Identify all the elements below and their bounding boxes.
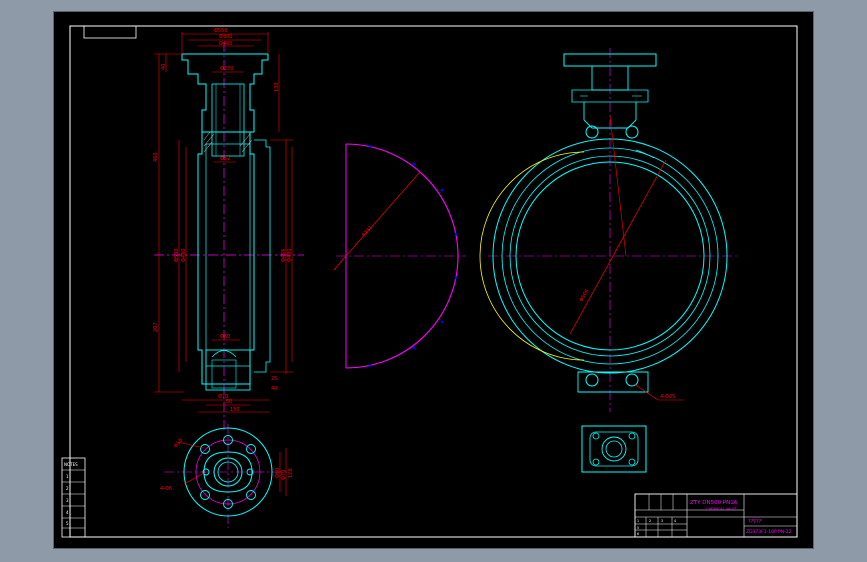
svg-text:2: 2 [649,519,651,523]
svg-text:Φ400: Φ400 [219,41,232,47]
side-hatch [203,131,253,153]
title-grid-text: 1 2 3 4 5 6 [637,519,676,536]
side-view[interactable]: Φ550 Φ300 Φ400 Φ270 Φ52 Φ60 Φ70 50 150 4… [153,28,304,432]
pad-outline [581,425,647,473]
svg-text:Φ530: Φ530 [174,249,180,262]
cad-application-canvas: NOTES 1 2 3 4 5 Φ550 Φ300 Φ400 Φ270 Φ52 … [0,0,867,562]
disc-view[interactable]: R251 [333,143,466,369]
svg-text:5: 5 [637,526,639,530]
front-ear-hole-br [625,373,639,387]
svg-text:3: 3 [66,498,69,503]
left-notes-block: NOTES 1 2 3 4 5 [61,457,86,538]
svg-text:Φ60: Φ60 [220,334,230,340]
side-body-outline [197,132,255,385]
pad-view[interactable] [581,425,647,473]
svg-text:Φ430: Φ430 [287,249,293,262]
svg-text:460: 460 [153,152,159,162]
svg-text:5: 5 [66,521,69,526]
svg-text:3: 3 [661,519,663,523]
svg-text:130: 130 [274,82,280,92]
svg-text:Φ480: Φ480 [181,249,187,262]
title-block[interactable]: ZTY DN500 PN16 CHEMICAL VALVE ????? ZD37… [634,493,798,538]
drawing-svg: NOTES 1 2 3 4 5 Φ550 Φ300 Φ400 Φ270 Φ52 … [61,25,798,538]
svg-text:6: 6 [637,532,639,536]
front-hole-label: 4-Φ25 [660,394,675,400]
front-ear-hole-tr [625,125,639,139]
svg-text:Φ18: Φ18 [173,438,184,450]
title-drawing-no: ZD373F1-16P PN-22 [746,529,792,535]
disc-radius-line [345,171,421,257]
svg-text:1: 1 [66,474,69,479]
front-ear-hole-bl [585,373,599,387]
svg-text:Φ300: Φ300 [219,34,232,40]
svg-text:50: 50 [226,399,232,405]
side-dim-text: Φ550 Φ300 Φ400 Φ270 Φ52 Φ60 Φ70 50 150 4… [153,28,293,413]
svg-text:4: 4 [674,519,676,523]
side-stem-bore [211,83,245,157]
svg-text:Φ270: Φ270 [220,66,233,72]
svg-text:40: 40 [161,64,167,70]
drawing-sheet[interactable]: NOTES 1 2 3 4 5 Φ550 Φ300 Φ400 Φ270 Φ52 … [54,12,813,548]
svg-text:150: 150 [230,407,240,413]
svg-text:4: 4 [66,510,69,515]
flange-dimensions [177,441,287,496]
svg-text:120: 120 [288,468,294,478]
side-seat [254,139,271,373]
title-drawing-name: ????? [748,519,762,525]
svg-text:40: 40 [271,386,277,392]
svg-text:207: 207 [153,322,159,332]
top-left-tag [83,25,137,39]
svg-text:Φ70: Φ70 [281,470,287,480]
left-block-header: NOTES [64,462,78,467]
title-project: ZTY DN500 PN16 [690,500,738,506]
title-project-sub: CHEMICAL VALVE [706,507,738,511]
flange-view[interactable]: 4-Φ6 Φ18 Φ80 Φ70 120 [160,424,294,528]
front-view[interactable]: Φ506 4-Φ25 [479,48,740,412]
svg-text:25: 25 [271,376,277,382]
svg-text:1: 1 [637,519,639,523]
flange-hole-label: 4-Φ6 [160,486,172,492]
svg-text:2: 2 [66,486,69,491]
svg-text:Φ52: Φ52 [220,156,230,162]
